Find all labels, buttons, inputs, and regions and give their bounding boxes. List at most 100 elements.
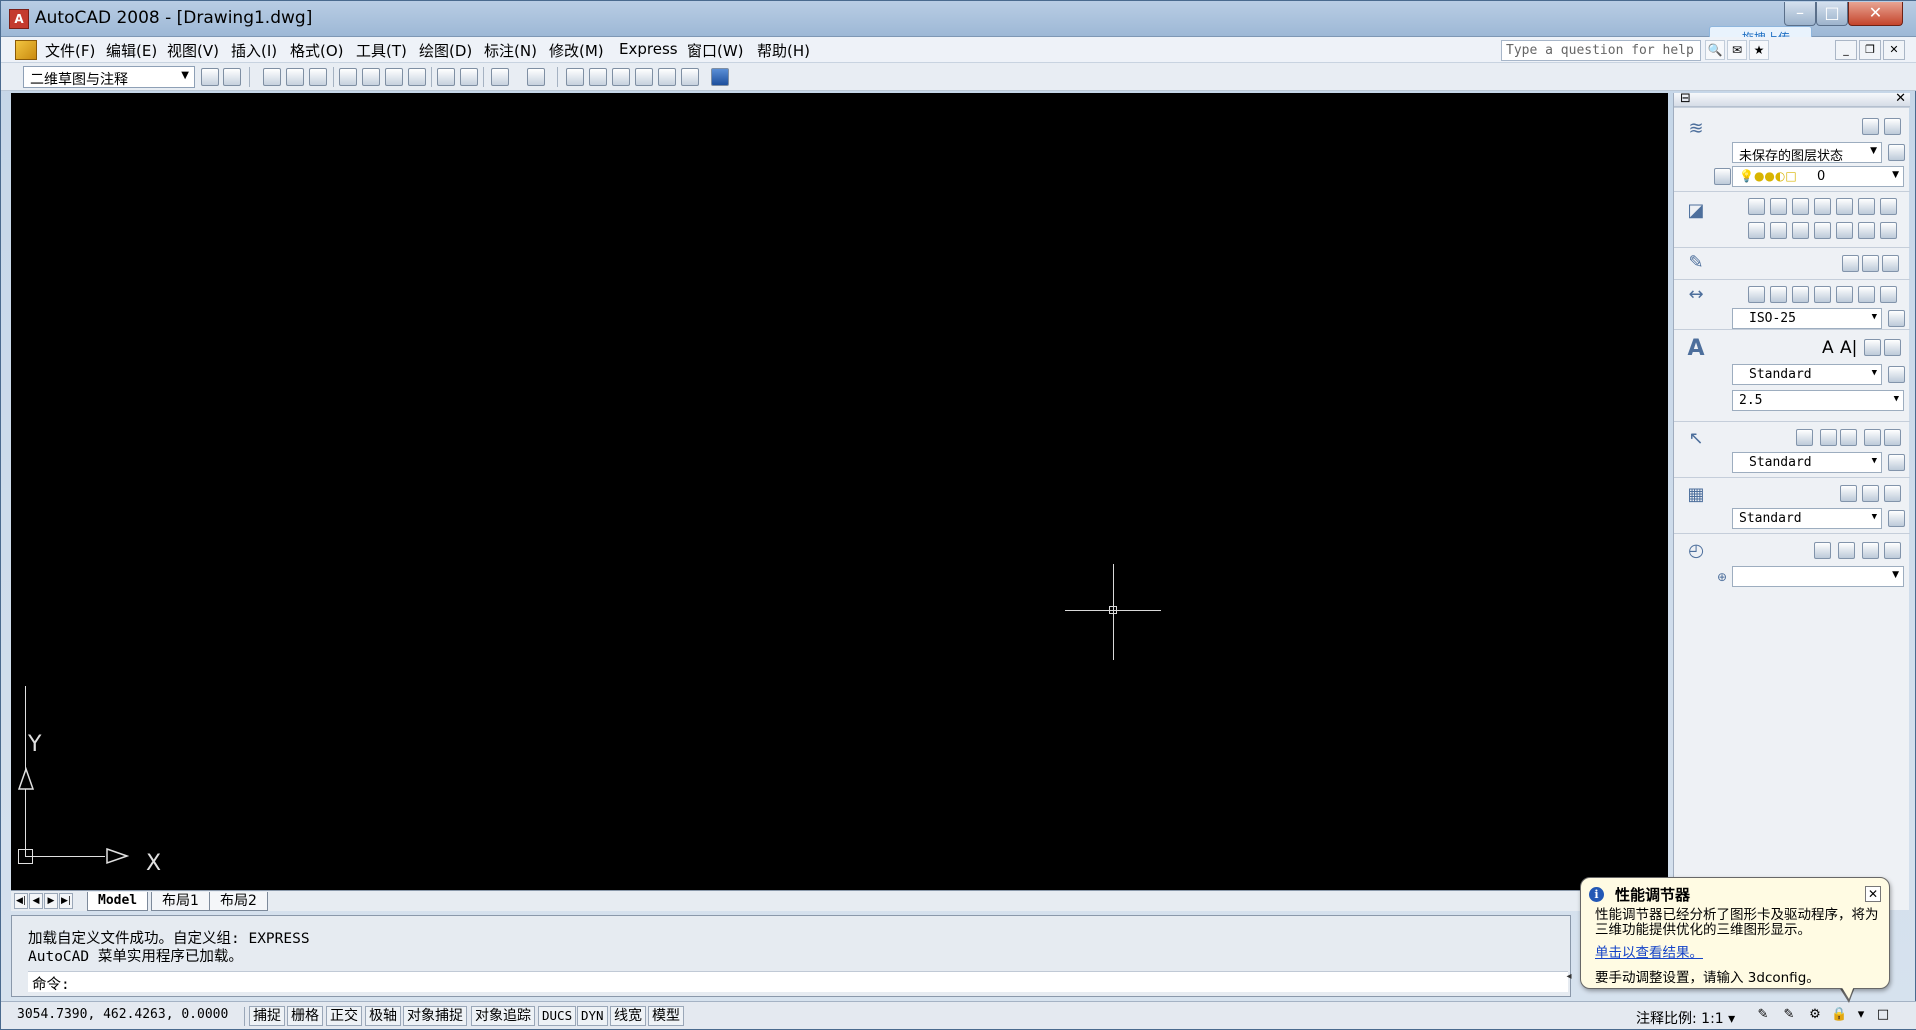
lineweight-toggle[interactable]: 线宽 [610, 1006, 646, 1026]
draw-panel-icon[interactable]: ◪ [1684, 200, 1708, 222]
zoom-window-icon[interactable] [1862, 542, 1879, 559]
leader-icon[interactable] [1880, 286, 1897, 303]
zoom-previous-icon[interactable] [1884, 542, 1901, 559]
single-line-text-icon[interactable]: A| [1840, 338, 1857, 358]
view-results-link[interactable]: 单击以查看结果。 [1595, 941, 1703, 961]
tool-palettes-icon[interactable] [658, 68, 676, 86]
array-icon[interactable] [1836, 222, 1853, 239]
annotation-scale-selector[interactable]: 注释比例: 1:1 ▾ [1636, 1008, 1735, 1028]
ortho-toggle[interactable]: 正交 [326, 1006, 362, 1026]
rectangle-icon[interactable] [1836, 198, 1853, 215]
layer-manager-icon[interactable] [1884, 118, 1901, 135]
workspace-dropdown[interactable]: 二维草图与注释 ▼ [23, 66, 195, 88]
palette-close-icon[interactable]: ✕ [1895, 91, 1906, 106]
annotation-panel-icon[interactable]: ✎ [1684, 252, 1708, 274]
doc-minimize-icon[interactable]: _ [1835, 40, 1857, 60]
otrack-toggle[interactable]: 对象追踪 [471, 1006, 535, 1026]
linear-dim-icon[interactable] [1748, 286, 1765, 303]
match-properties-icon[interactable] [460, 68, 478, 86]
menu-edit[interactable]: 编辑(E) [106, 40, 157, 61]
layer-state-manager-icon[interactable] [1888, 144, 1905, 161]
doc-restore-icon[interactable]: ❐ [1859, 40, 1881, 60]
close-button[interactable]: ✕ [1848, 2, 1903, 26]
menu-insert[interactable]: 插入(I) [231, 40, 277, 61]
menu-help[interactable]: 帮助(H) [757, 40, 810, 61]
text-style-dropdown[interactable]: Standard ▼ [1732, 364, 1882, 385]
tab-layout2[interactable]: 布局2 [209, 892, 268, 911]
ordinate-dim-icon[interactable] [1836, 286, 1853, 303]
menu-express[interactable]: Express [619, 40, 678, 58]
mleader-style-dropdown[interactable]: Standard ▼ [1732, 452, 1882, 473]
text-height-dropdown[interactable]: 2.5 ▼ [1732, 390, 1904, 411]
spell-check-icon[interactable] [1884, 339, 1901, 356]
add-scale-icon[interactable] [1842, 255, 1859, 272]
autocad-app-icon[interactable]: A [9, 9, 29, 29]
coordinate-display[interactable]: 3054.7390, 462.4263, 0.0000 [13, 1007, 245, 1026]
save-icon[interactable] [309, 68, 327, 86]
command-scroll-left-icon[interactable]: ◂ [1562, 971, 1576, 992]
align-leader-icon[interactable] [1864, 429, 1881, 446]
collect-leader-icon[interactable] [1884, 429, 1901, 446]
layers-icon[interactable]: ≋ [1684, 118, 1708, 140]
menu-modify[interactable]: 修改(M) [549, 40, 604, 61]
undo-icon[interactable] [491, 68, 509, 86]
line-tool-icon[interactable] [1748, 198, 1765, 215]
text-panel-icon[interactable]: A [1684, 338, 1708, 360]
prev-tab-icon[interactable]: ◀ [29, 893, 43, 909]
zoom-realtime-icon[interactable] [1838, 542, 1855, 559]
workspace-settings-icon[interactable] [201, 68, 219, 86]
calculator-icon[interactable] [681, 68, 699, 86]
rotate-icon[interactable] [1880, 222, 1897, 239]
pan-realtime-icon[interactable] [1814, 542, 1831, 559]
drawing-canvas[interactable] [11, 93, 1668, 890]
palette-titlebar[interactable]: ⊟ ✕ [1674, 91, 1910, 107]
lock-icon[interactable]: 🔒 [1831, 1007, 1847, 1023]
angular-dim-icon[interactable] [1792, 286, 1809, 303]
balloon-close-button[interactable]: ✕ [1865, 886, 1881, 902]
polygon-icon[interactable] [1814, 198, 1831, 215]
snap-toggle[interactable]: 捕捉 [249, 1006, 285, 1026]
remove-leader-icon[interactable] [1840, 429, 1857, 446]
polar-toggle[interactable]: 极轴 [365, 1006, 401, 1026]
properties-icon[interactable] [612, 68, 630, 86]
insert-table-icon[interactable] [1840, 485, 1857, 502]
help-icon[interactable] [711, 68, 729, 86]
new-file-icon[interactable] [263, 68, 281, 86]
redo-icon[interactable] [527, 68, 545, 86]
table-style-dropdown[interactable]: Standard ▼ [1732, 508, 1882, 529]
grid-toggle[interactable]: 栅格 [287, 1006, 323, 1026]
command-line-input[interactable]: 命令: [28, 971, 1568, 993]
polyline-icon[interactable] [1792, 198, 1809, 215]
menu-file[interactable]: 文件(F) [45, 40, 95, 61]
clean-screen-icon[interactable]: □ [1875, 1007, 1891, 1023]
construction-line-icon[interactable] [1770, 198, 1787, 215]
circle-icon[interactable] [1880, 198, 1897, 215]
tab-model[interactable]: Model [87, 892, 149, 911]
layer-state-dropdown[interactable]: 未保存的图层状态 ▼ [1732, 142, 1882, 163]
menu-format[interactable]: 格式(O) [290, 40, 344, 61]
delete-scale-icon[interactable] [1862, 255, 1879, 272]
mleader-icon[interactable] [1796, 429, 1813, 446]
aligned-dim-icon[interactable] [1770, 286, 1787, 303]
multiline-text-icon[interactable]: A [1822, 338, 1834, 358]
osnap-toggle[interactable]: 对象捕捉 [403, 1006, 467, 1026]
dimension-icon[interactable]: ↔ [1684, 284, 1708, 306]
communication-center-icon[interactable]: ✉ [1727, 40, 1747, 60]
document-menu-icon[interactable] [15, 40, 37, 60]
plot-preview-icon[interactable] [362, 68, 380, 86]
annotation-visibility-icon[interactable]: ✎ [1755, 1007, 1771, 1023]
menu-dimension[interactable]: 标注(N) [484, 40, 537, 61]
first-tab-icon[interactable]: ◀| [14, 893, 28, 909]
layer-previous-icon[interactable] [1862, 118, 1879, 135]
menu-window[interactable]: 窗口(W) [687, 40, 744, 61]
status-menu-chevron-icon[interactable]: ▾ [1853, 1007, 1869, 1023]
table-icon[interactable]: ▦ [1684, 484, 1708, 506]
search-icon[interactable]: 🔍 [1705, 40, 1725, 60]
minimize-button[interactable]: – [1784, 2, 1816, 26]
doc-close-icon[interactable]: ✕ [1883, 40, 1905, 60]
cut-icon[interactable] [437, 68, 455, 86]
menu-tools[interactable]: 工具(T) [356, 40, 407, 61]
workspace-save-icon[interactable] [223, 68, 241, 86]
add-leader-icon[interactable] [1820, 429, 1837, 446]
dim-style-dropdown[interactable]: ISO-25 ▼ [1732, 308, 1882, 329]
